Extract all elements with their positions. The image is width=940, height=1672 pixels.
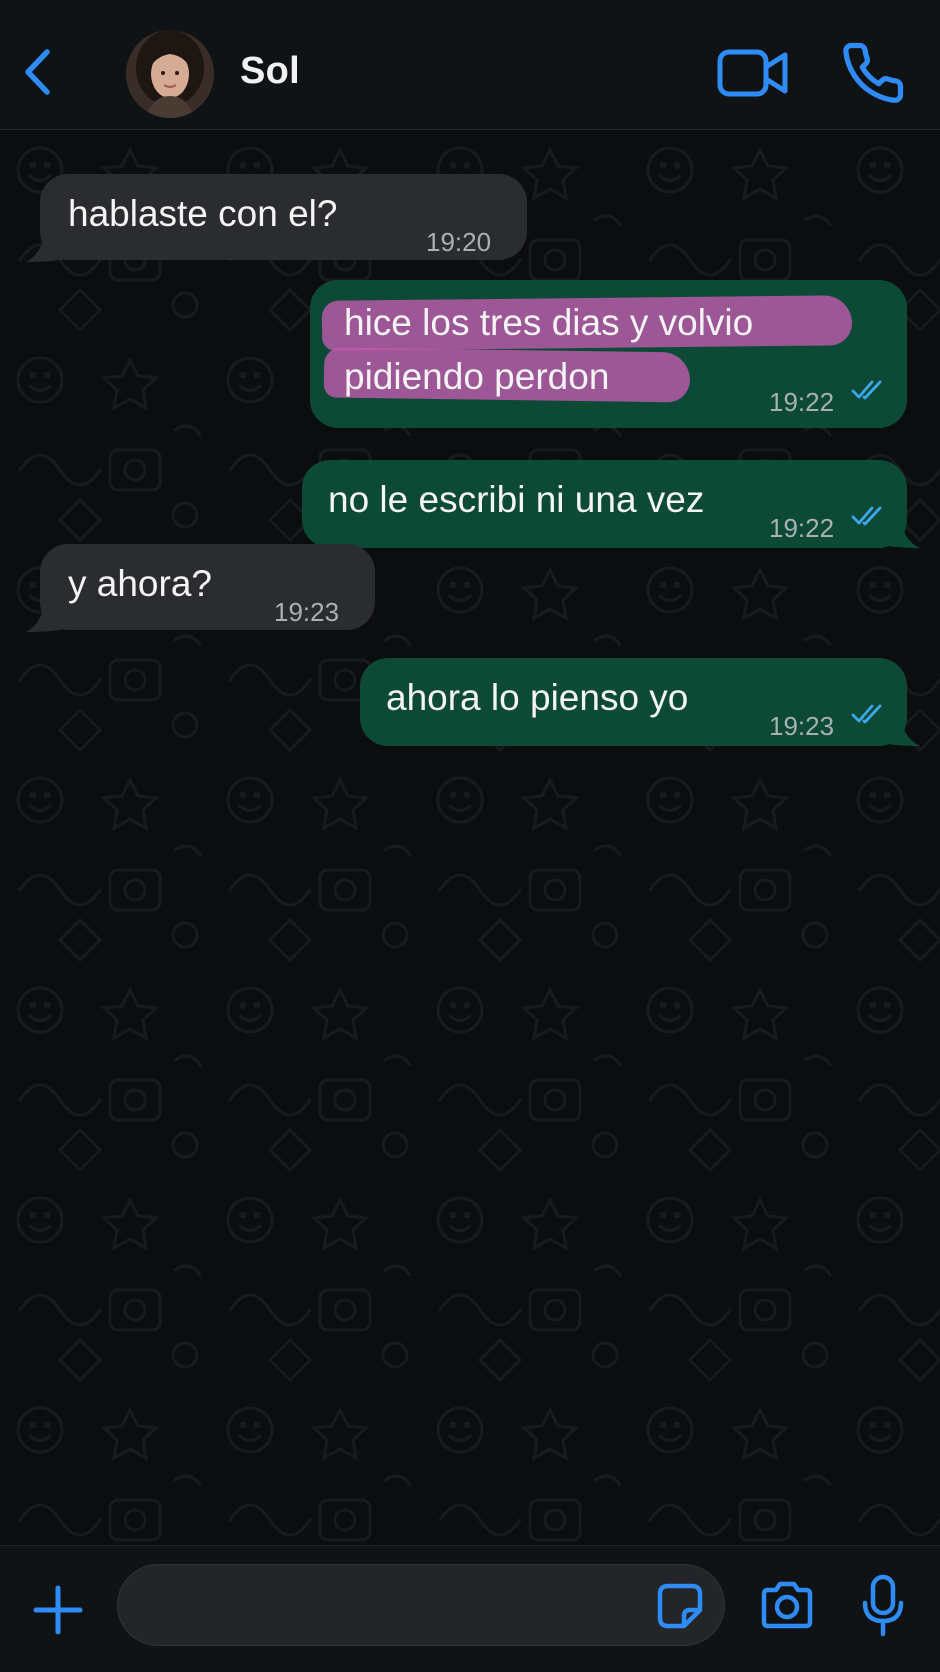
- message-timestamp: 19:20: [426, 227, 492, 257]
- message-timestamp: 19:23: [769, 711, 835, 741]
- avatar-portrait-icon: [126, 30, 214, 118]
- message-input[interactable]: [117, 1564, 725, 1646]
- plus-icon: [33, 1585, 83, 1635]
- video-camera-icon: [717, 49, 788, 97]
- sticker-icon: [657, 1583, 703, 1629]
- message-bubble-outgoing[interactable]: no le escribi ni una vez 19:22: [302, 460, 907, 548]
- contact-avatar[interactable]: [126, 30, 214, 118]
- message-text: y ahora?: [68, 563, 212, 604]
- message-composer-bar: [0, 1545, 940, 1672]
- back-button[interactable]: [14, 42, 60, 102]
- message-text: no le escribi ni una vez: [328, 479, 705, 520]
- chat-header: Sol: [0, 0, 940, 130]
- message-text: hablaste con el?: [68, 193, 338, 234]
- message-timestamp: 19:22: [769, 513, 835, 543]
- voice-call-button[interactable]: [840, 40, 906, 106]
- video-call-button[interactable]: [715, 42, 791, 104]
- chevron-left-icon: [25, 49, 50, 95]
- microphone-button[interactable]: [860, 1574, 906, 1638]
- attach-button[interactable]: [30, 1582, 86, 1638]
- message-text-line-2: pidiendo perdon: [344, 356, 610, 397]
- message-timestamp: 19:22: [769, 387, 835, 417]
- contact-name[interactable]: Sol: [240, 50, 300, 93]
- phone-icon: [843, 42, 904, 103]
- read-receipt-double-check-icon: [851, 704, 882, 724]
- sticker-button[interactable]: [656, 1582, 704, 1630]
- message-text: ahora lo pienso yo: [386, 677, 689, 718]
- message-bubble-outgoing[interactable]: ahora lo pienso yo 19:23: [360, 658, 907, 746]
- read-receipt-double-check-icon: [851, 380, 882, 400]
- microphone-icon: [862, 1574, 904, 1637]
- read-receipt-double-check-icon: [851, 506, 882, 526]
- message-bubble-incoming[interactable]: y ahora? 19:23: [40, 544, 375, 630]
- message-bubble-incoming[interactable]: hablaste con el? 19:20: [40, 174, 527, 260]
- camera-button[interactable]: [758, 1580, 816, 1630]
- chat-messages-area[interactable]: hablaste con el? 19:20 hice los tres dia…: [0, 130, 940, 1545]
- message-text-line-1: hice los tres dias y volvio: [344, 302, 754, 343]
- camera-icon: [761, 1581, 813, 1629]
- message-bubble-outgoing[interactable]: hice los tres dias y volvio pidiendo per…: [310, 280, 907, 428]
- message-timestamp: 19:23: [274, 597, 340, 627]
